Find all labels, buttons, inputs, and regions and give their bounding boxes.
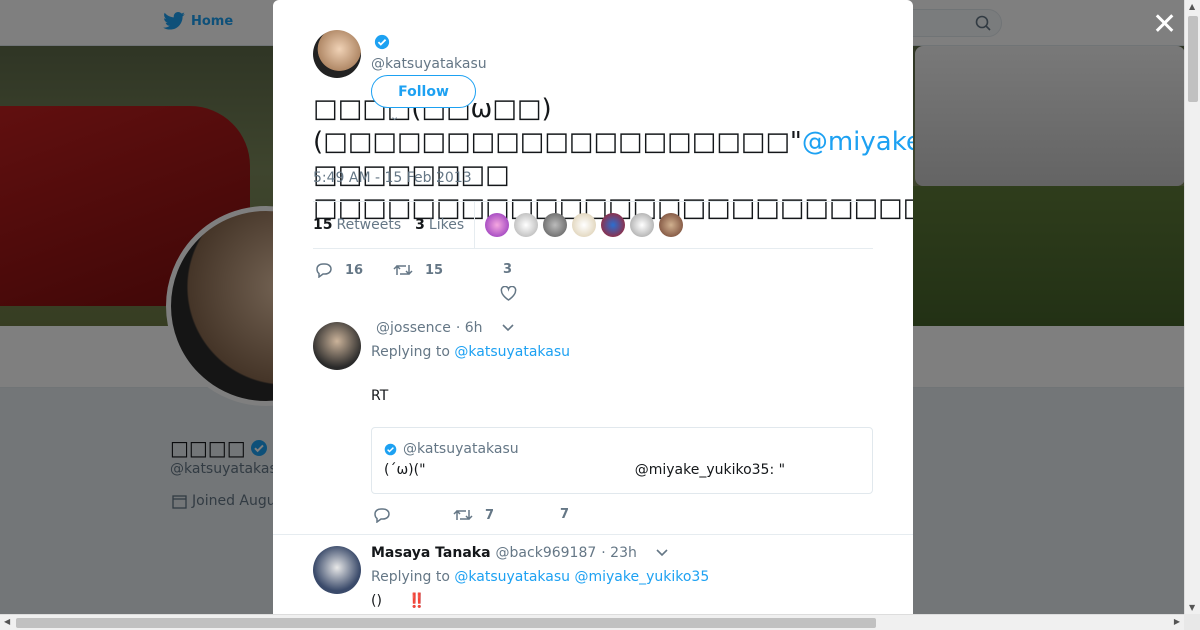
reply-body: () ‼️ xyxy=(371,593,426,609)
liker-avatar[interactable] xyxy=(601,213,626,237)
tweet-timestamp[interactable]: 5:49 AM - 15 Feb 2013 xyxy=(313,170,472,186)
liker-avatar[interactable] xyxy=(572,213,597,237)
liker-avatar[interactable] xyxy=(543,213,568,237)
heart-icon[interactable] xyxy=(500,286,517,301)
retweets-count: 15 xyxy=(313,217,333,233)
replying-to-prefix: Replying to xyxy=(371,569,450,585)
reply-author-handle[interactable]: @jossence xyxy=(376,320,451,336)
scroll-left-arrow[interactable]: ◀ xyxy=(4,617,10,626)
likes-label: Likes xyxy=(428,217,465,233)
like-count: 3 xyxy=(503,262,513,277)
liker-avatar[interactable] xyxy=(630,213,655,237)
liker-avatars xyxy=(485,213,684,237)
chevron-down-icon[interactable] xyxy=(501,324,514,332)
chevron-down-icon[interactable]: ⌄ xyxy=(390,110,399,123)
tweet-mention-link[interactable]: @miyake_yukiko35 xyxy=(802,127,913,157)
reply-body-text: () xyxy=(371,593,382,609)
tweet-actions: 16 15 3 xyxy=(313,260,873,306)
reply-button[interactable]: 16 xyxy=(315,262,363,278)
horizontal-scrollbar[interactable]: ◀ ▶ xyxy=(0,614,1184,630)
replying-to-link[interactable]: @katsuyatakasu xyxy=(454,344,570,360)
double-exclamation-icon: ‼️ xyxy=(408,593,426,609)
reply-icon xyxy=(374,508,390,523)
verified-icon xyxy=(374,34,390,50)
vertical-scroll-thumb[interactable] xyxy=(1188,16,1198,102)
reply-author-name[interactable]: Masaya Tanaka xyxy=(371,545,491,561)
reply-avatar[interactable] xyxy=(313,322,361,370)
like-count: 7 xyxy=(560,507,570,522)
replying-to-link[interactable]: @katsuyatakasu xyxy=(454,569,570,585)
retweets-stat[interactable]: 15 Retweets xyxy=(313,217,401,233)
scrollbar-corner xyxy=(1184,614,1200,630)
reply-author-handle[interactable]: @back969187 xyxy=(496,545,597,561)
replying-to: Replying to @katsuyatakasu xyxy=(371,344,570,360)
like-button[interactable]: 7 xyxy=(560,507,569,522)
liker-avatar[interactable] xyxy=(659,213,684,237)
quoted-tweet-header: @katsuyatakasu xyxy=(384,441,519,457)
retweet-button[interactable]: 15 xyxy=(393,262,443,278)
reply-divider xyxy=(273,534,913,535)
retweet-count: 7 xyxy=(485,507,495,523)
reply-age[interactable]: · 6h xyxy=(456,320,483,336)
horizontal-scroll-thumb[interactable] xyxy=(16,618,876,628)
likes-count: 3 xyxy=(415,217,425,233)
reply-age[interactable]: · 23h xyxy=(601,545,637,561)
tweet-modal: @katsuyatakasu □□□□(□□ω□□)(□□□□□□□□□□□□□… xyxy=(273,0,913,614)
retweet-button[interactable]: 7 xyxy=(453,507,494,523)
retweet-count: 15 xyxy=(425,262,444,278)
reply-header: @jossence · 6h xyxy=(371,320,514,336)
reply-count: 16 xyxy=(345,262,364,278)
quoted-tweet[interactable]: @katsuyatakasu (´ω)(" @miyake_yukiko35: … xyxy=(371,427,873,494)
liker-avatar[interactable] xyxy=(514,213,539,237)
replying-to-prefix: Replying to xyxy=(371,344,450,360)
scroll-right-arrow[interactable]: ▶ xyxy=(1174,617,1180,626)
quoted-tweet-handle: @katsuyatakasu xyxy=(403,441,519,457)
tweet-author-handle[interactable]: @katsuyatakasu xyxy=(371,56,487,72)
tweet-author-avatar[interactable] xyxy=(313,30,361,78)
quoted-tweet-text: (´ω)(" @miyake_yukiko35: " xyxy=(384,462,786,478)
reply-icon xyxy=(316,263,332,278)
tweet-stats: 15 Retweets 3 Likes xyxy=(313,201,873,249)
reply-button[interactable] xyxy=(373,507,391,523)
scroll-up-arrow[interactable]: ▲ xyxy=(1189,2,1195,11)
likes-stat[interactable]: 3 Likes xyxy=(415,217,464,233)
reply-avatar[interactable] xyxy=(313,546,361,594)
like-button[interactable]: 3 xyxy=(503,262,512,277)
retweets-label: Retweets xyxy=(336,217,402,233)
stats-divider xyxy=(474,201,476,249)
scroll-down-arrow[interactable]: ▼ xyxy=(1189,603,1195,612)
retweet-icon xyxy=(393,264,413,276)
chevron-down-icon[interactable] xyxy=(656,549,668,557)
liker-avatar[interactable] xyxy=(485,213,510,237)
follow-button[interactable]: Follow xyxy=(371,75,476,108)
verified-icon xyxy=(384,443,397,455)
vertical-scrollbar[interactable]: ▲ ▼ xyxy=(1184,0,1200,614)
reply-body: RT xyxy=(371,388,389,404)
retweet-icon xyxy=(453,509,473,521)
close-icon[interactable]: ✕ xyxy=(1152,10,1177,40)
replying-to-link[interactable]: @miyake_yukiko35 xyxy=(574,569,709,585)
reply-header: Masaya Tanaka @back969187 · 23h xyxy=(371,545,668,561)
replying-to: Replying to @katsuyatakasu @miyake_yukik… xyxy=(371,569,709,585)
